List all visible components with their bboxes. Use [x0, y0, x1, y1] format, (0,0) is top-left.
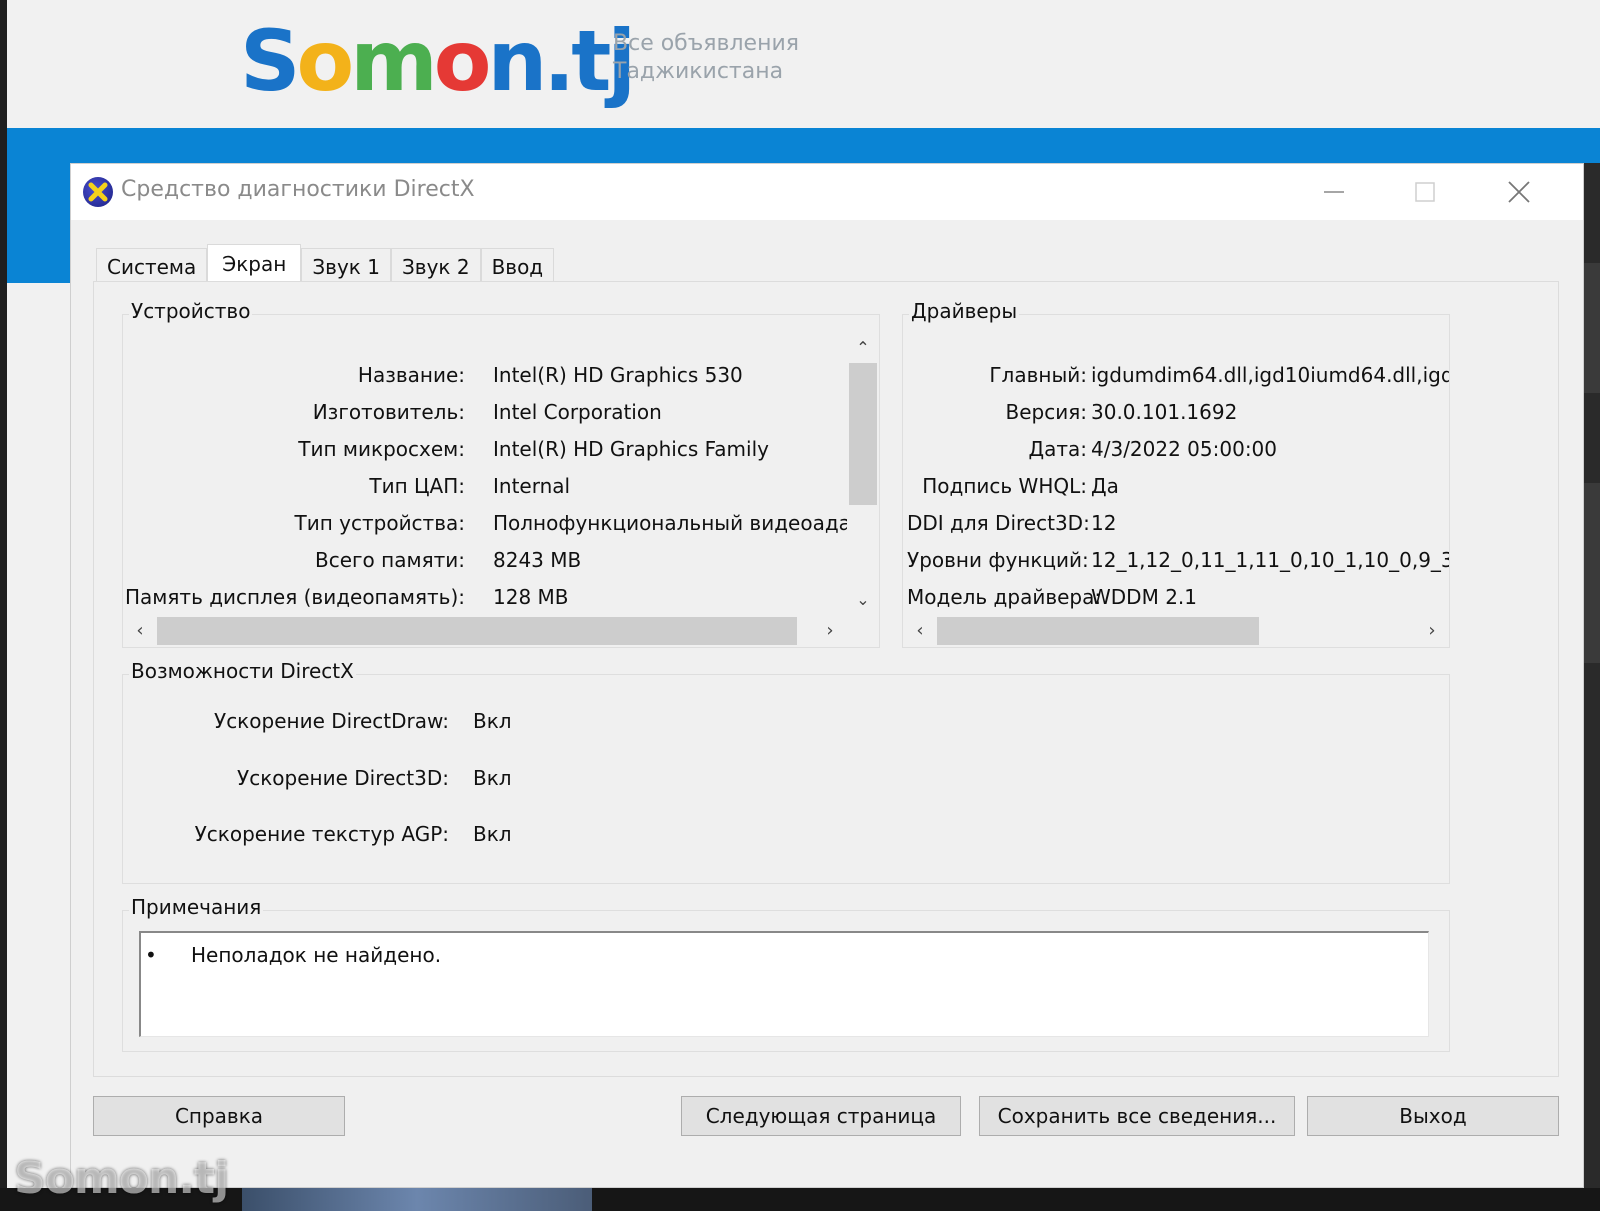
device-value: Intel Corporation: [493, 400, 662, 424]
background-block: [1584, 263, 1600, 393]
driver-label: Уровни функций:: [907, 548, 1089, 572]
device-group: Устройство Название: Intel(R) HD Graphic…: [122, 299, 880, 648]
chevron-left-icon[interactable]: ‹: [125, 615, 155, 647]
feature-label: Ускорение Direct3D:: [237, 766, 449, 790]
logo-letter: m: [350, 12, 438, 110]
driver-value: 12_1,12_0,11_1,11_0,10_1,10_0,9_3,9_2: [1091, 548, 1449, 572]
tagline-line-1: Все объявления: [613, 31, 800, 56]
scrollbar-thumb[interactable]: [849, 363, 877, 505]
feature-value: Вкл: [473, 822, 512, 846]
display-tab-panel: Устройство Название: Intel(R) HD Graphic…: [93, 281, 1559, 1077]
device-label: Всего памяти:: [315, 548, 465, 572]
somon-logo[interactable]: Somon.tj: [240, 6, 636, 116]
driver-label: Главный:: [989, 363, 1087, 387]
chevron-up-icon[interactable]: ⌃: [847, 333, 879, 363]
driver-value: 4/3/2022 05:00:00: [1091, 437, 1278, 461]
site-tagline: Все объявления Таджикистана: [613, 30, 799, 86]
close-icon: [1508, 181, 1530, 203]
next-page-button[interactable]: Следующая страница: [681, 1096, 961, 1136]
tab-sound-2[interactable]: Звук 2: [390, 248, 481, 282]
background-right-strip: [1584, 163, 1600, 1211]
close-button[interactable]: [1489, 172, 1549, 212]
exit-button[interactable]: Выход: [1307, 1096, 1559, 1136]
device-value: 128 MB: [493, 585, 569, 609]
drivers-group-title: Драйверы: [909, 299, 1020, 323]
logo-letter: o: [433, 12, 492, 110]
chevron-right-icon[interactable]: ›: [815, 615, 845, 647]
logo-letter: o: [296, 12, 355, 110]
somon-watermark: Somon.tj: [14, 1153, 229, 1204]
site-nav-band-left: [7, 163, 71, 283]
driver-value: Да: [1091, 474, 1119, 498]
device-value: Internal: [493, 474, 571, 498]
tab-sound-1[interactable]: Звук 1: [301, 248, 391, 282]
scrollbar-thumb[interactable]: [157, 617, 797, 645]
device-vertical-scrollbar[interactable]: ⌃ ⌄: [847, 333, 879, 615]
device-label: Тип устройства:: [294, 511, 466, 535]
device-value: Intel(R) HD Graphics Family: [493, 437, 769, 461]
maximize-button[interactable]: [1395, 172, 1455, 212]
driver-label: Модель драйвера:: [907, 585, 1102, 609]
tab-display[interactable]: Экран: [207, 244, 302, 282]
directx-features-title: Возможности DirectX: [129, 659, 356, 683]
tab-system[interactable]: Система: [96, 248, 208, 282]
directx-app-icon: [83, 177, 113, 207]
device-value: 8243 MB: [493, 548, 582, 572]
site-nav-band: [7, 128, 1600, 163]
device-group-title: Устройство: [129, 299, 253, 323]
background-bottom-strip: [0, 1188, 1600, 1211]
device-label: Название:: [357, 363, 465, 387]
logo-letter: n: [487, 12, 547, 110]
drivers-group: Драйверы Главный: igdumdim64.dll,igd10iu…: [902, 299, 1450, 648]
notes-group: Примечания • Неполадок не найдено.: [122, 895, 1450, 1052]
save-all-button[interactable]: Сохранить все сведения...: [979, 1096, 1295, 1136]
device-label: Тип микросхем:: [298, 437, 465, 461]
page-left-edge: [0, 0, 7, 1211]
feature-value: Вкл: [473, 709, 512, 733]
bullet-icon: •: [145, 943, 157, 967]
driver-value: 30.0.101.1692: [1091, 400, 1238, 424]
drivers-horizontal-scrollbar[interactable]: ‹ ›: [905, 615, 1447, 647]
device-value: Intel(R) HD Graphics 530: [493, 363, 743, 387]
device-label: Память дисплея (видеопамять):: [125, 585, 465, 609]
feature-label: Ускорение текстур AGP:: [194, 822, 449, 846]
driver-label: Версия:: [1005, 400, 1087, 424]
tagline-line-2: Таджикистана: [613, 59, 784, 84]
chevron-left-icon[interactable]: ‹: [905, 615, 935, 647]
background-thumbnail: [242, 1188, 592, 1211]
background-block: [1584, 483, 1600, 663]
device-label: Тип ЦАП:: [369, 474, 465, 498]
notes-textbox[interactable]: • Неполадок не найдено.: [139, 931, 1429, 1037]
driver-label: DDI для Direct3D:: [907, 511, 1090, 535]
directx-diagnostic-window: Средство диагностики DirectX Система Экр…: [70, 163, 1584, 1188]
window-title: Средство диагностики DirectX: [121, 177, 475, 202]
notes-title: Примечания: [129, 895, 264, 919]
device-horizontal-scrollbar[interactable]: ‹ ›: [125, 615, 845, 647]
minimize-button[interactable]: [1304, 172, 1364, 212]
chevron-down-icon[interactable]: ⌄: [847, 585, 879, 615]
help-button[interactable]: Справка: [93, 1096, 345, 1136]
driver-label: Подпись WHQL:: [922, 474, 1087, 498]
tab-input[interactable]: Ввод: [480, 248, 555, 282]
driver-value: WDDM 2.1: [1091, 585, 1197, 609]
chevron-right-icon[interactable]: ›: [1417, 615, 1447, 647]
tab-strip: Система Экран Звук 1 Звук 2 Ввод: [96, 244, 555, 282]
device-label: Изготовитель:: [312, 400, 465, 424]
driver-label: Дата:: [1028, 437, 1087, 461]
feature-value: Вкл: [473, 766, 512, 790]
note-item: Неполадок не найдено.: [191, 943, 442, 967]
device-value: Полнофункциональный видеоадаптер: [493, 511, 851, 535]
title-bar[interactable]: Средство диагностики DirectX: [71, 164, 1583, 220]
logo-letter: t: [571, 12, 611, 110]
minimize-icon: [1324, 191, 1344, 193]
driver-value: igdumdim64.dll,igd10iumd64.dll,igd10iumd…: [1091, 363, 1449, 387]
scrollbar-thumb[interactable]: [937, 617, 1259, 645]
maximize-icon: [1415, 182, 1435, 202]
logo-letter: .: [543, 12, 575, 110]
driver-value: 12: [1091, 511, 1117, 535]
feature-label: Ускорение DirectDraw:: [214, 709, 449, 733]
logo-letter: S: [240, 12, 300, 110]
directx-features-group: Возможности DirectX Ускорение DirectDraw…: [122, 659, 1450, 884]
